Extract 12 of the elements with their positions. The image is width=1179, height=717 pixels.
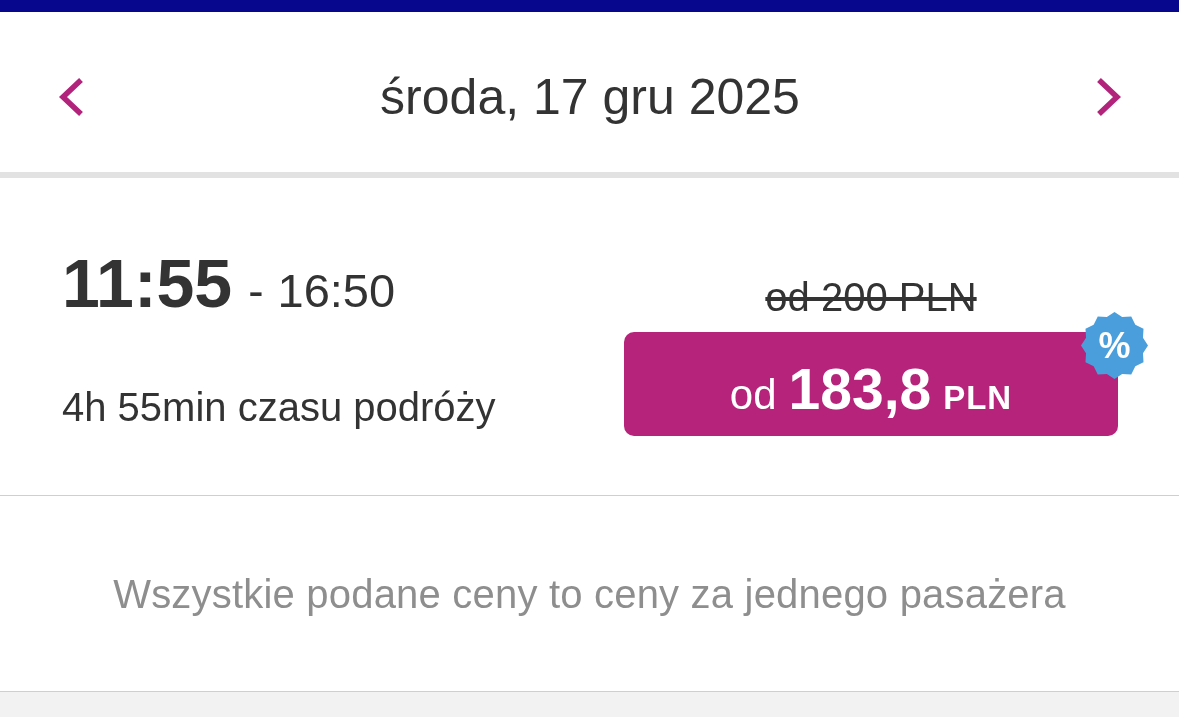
departure-time: 11:55 <box>62 244 233 323</box>
chevron-right-icon <box>1095 77 1123 117</box>
previous-day-button[interactable] <box>57 77 85 117</box>
chevron-left-icon <box>57 77 85 117</box>
old-price: od 200 PLN <box>765 274 977 320</box>
price-note: Wszystkie podane ceny to ceny za jednego pasażera <box>113 570 1066 617</box>
date-title: środa, 17 gru 2025 <box>380 68 800 127</box>
next-day-button[interactable] <box>1095 77 1123 117</box>
discount-badge: % <box>1081 312 1148 379</box>
time-separator: - <box>248 264 264 318</box>
arrival-time: 16:50 <box>277 263 396 318</box>
travel-duration: 4h 55min czasu podróży <box>62 384 496 430</box>
